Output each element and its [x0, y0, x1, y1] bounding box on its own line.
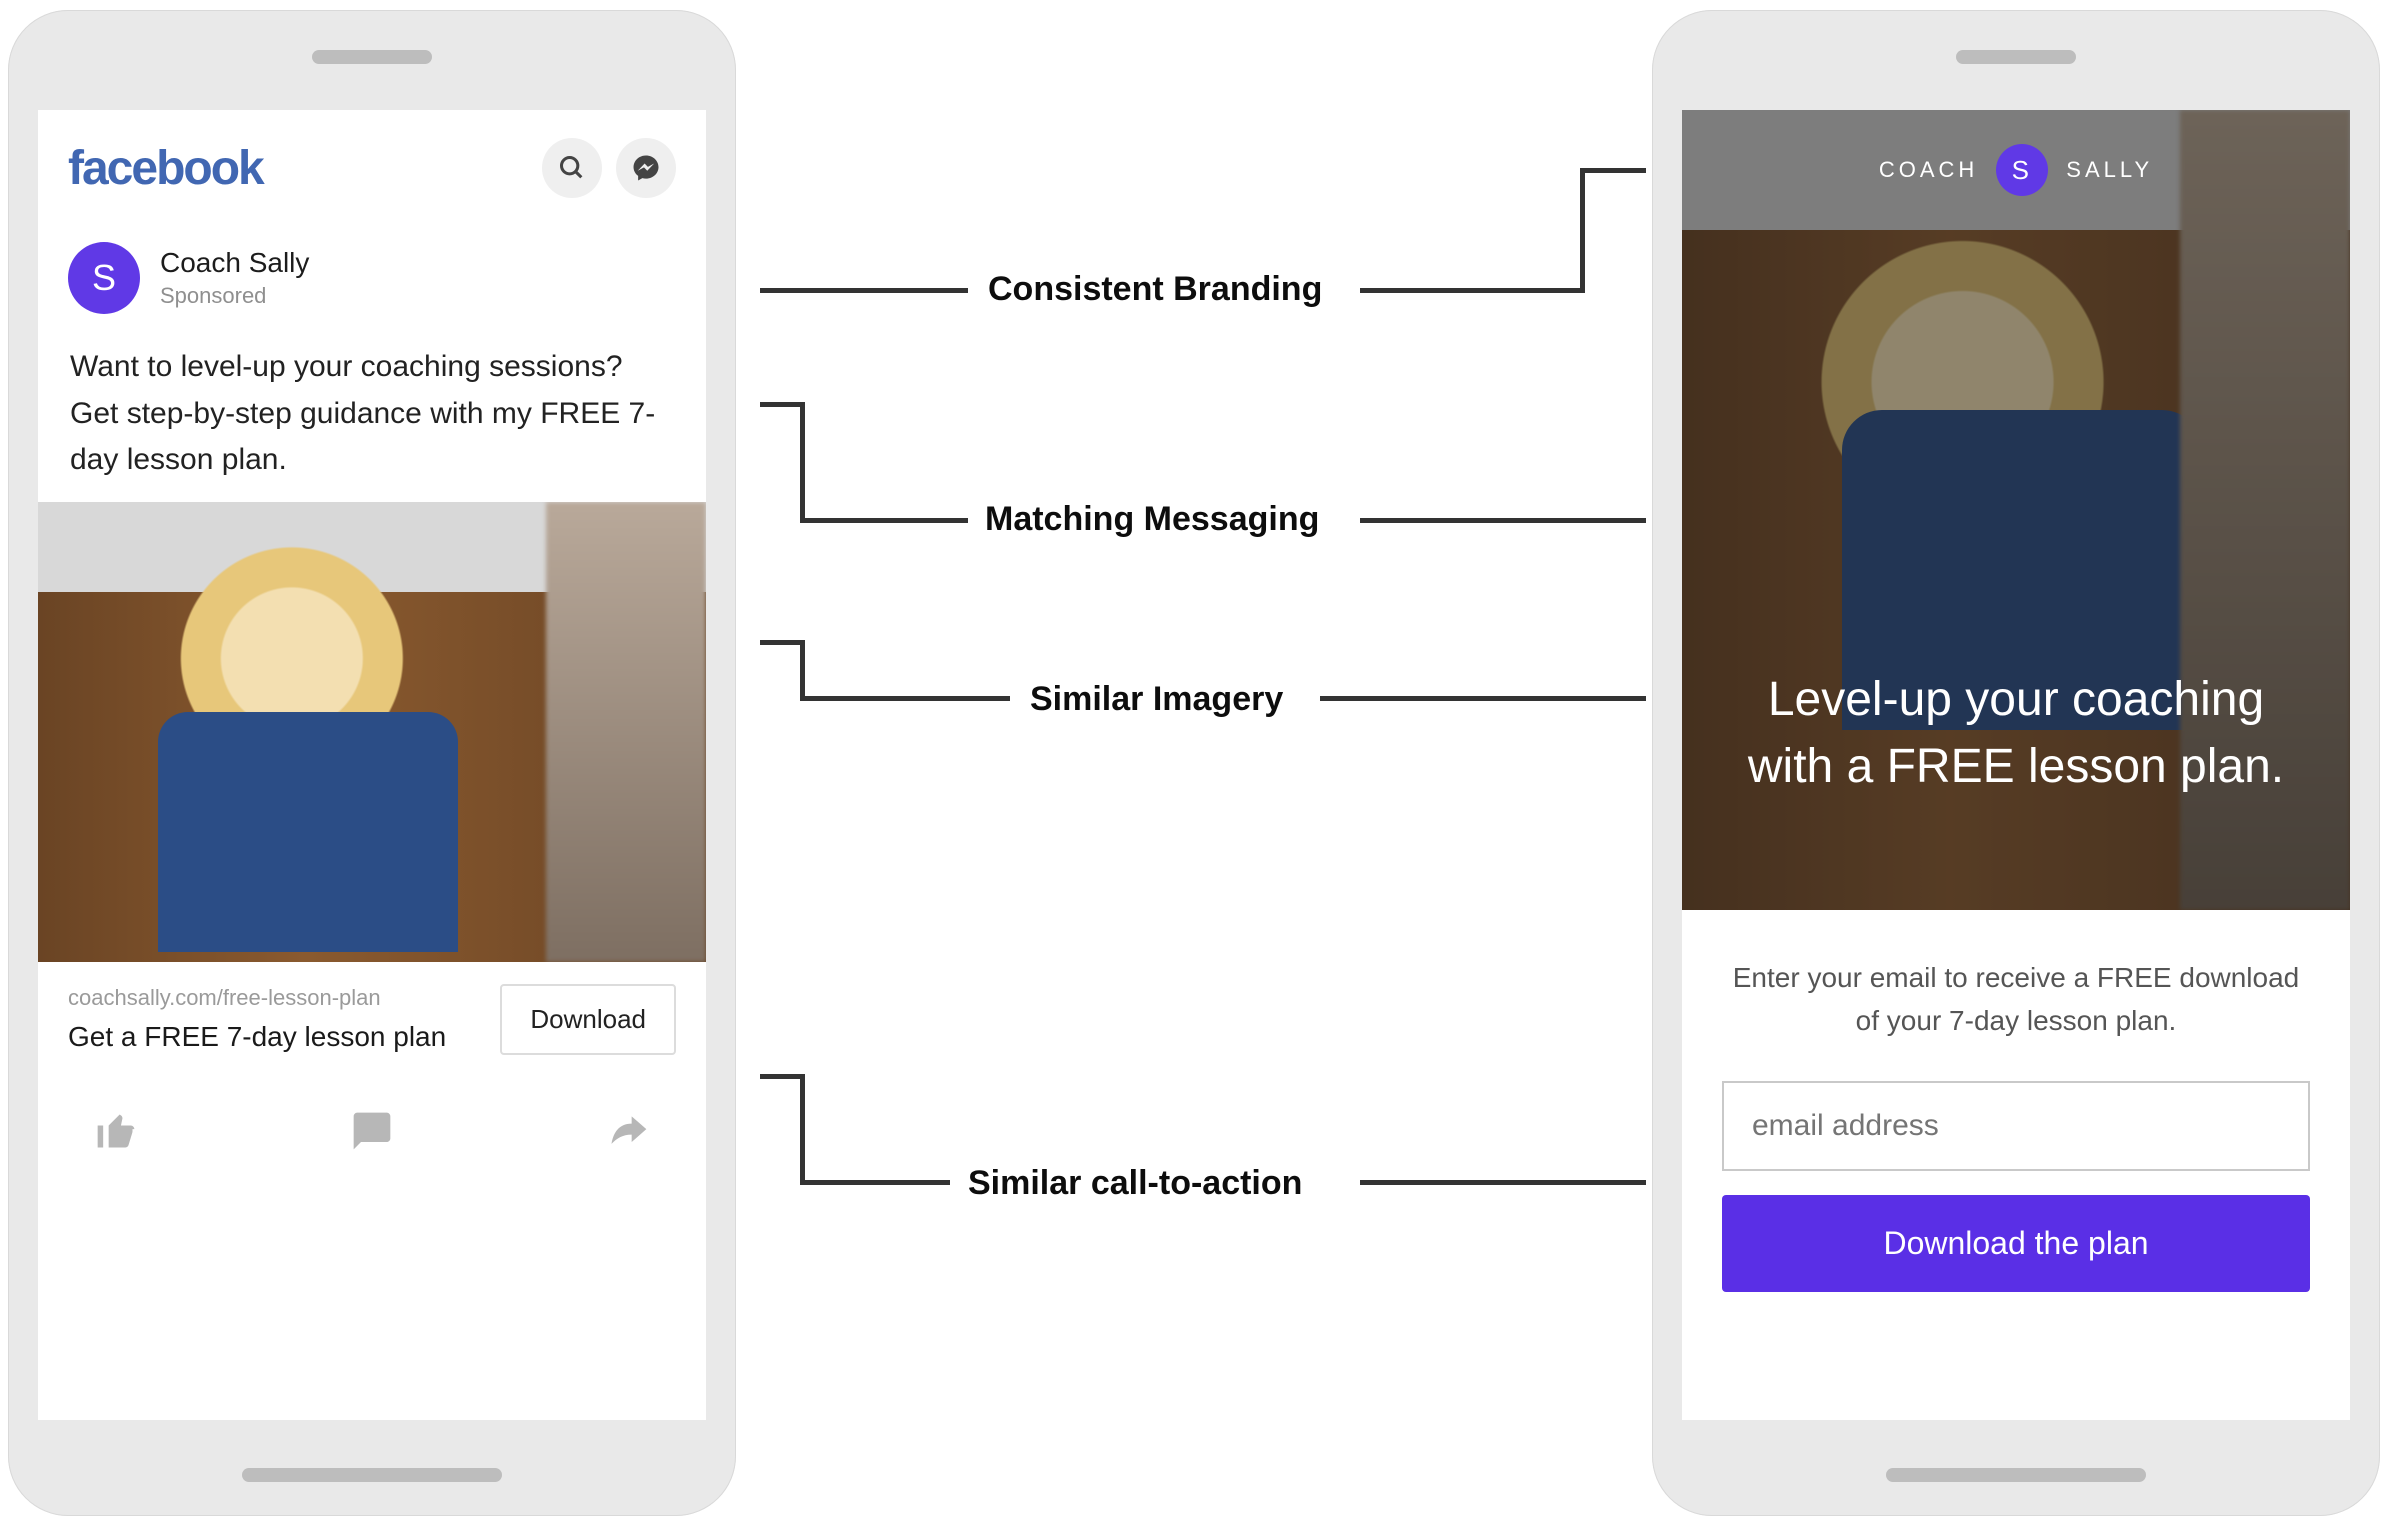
landing-screen: COACH S SALLY Level-up your coaching wit… — [1682, 110, 2350, 1420]
phone-homebar — [1886, 1468, 2146, 1482]
connector — [760, 402, 800, 407]
phone-homebar — [242, 1468, 502, 1482]
post-image[interactable] — [38, 502, 706, 962]
messenger-icon — [631, 153, 661, 183]
phone-notch — [1956, 50, 2076, 64]
brand-last: SALLY — [2066, 157, 2153, 183]
photo-foreground — [546, 502, 706, 962]
facebook-header: facebook — [38, 110, 706, 220]
search-button[interactable] — [542, 138, 602, 198]
landing-brand: COACH S SALLY — [1682, 144, 2350, 196]
link-url: coachsally.com/free-lesson-plan — [68, 985, 446, 1011]
link-title: Get a FREE 7-day lesson plan — [68, 1021, 446, 1053]
landing-headline: Level-up your coaching with a FREE lesso… — [1682, 666, 2350, 800]
post-text: Want to level-up your coaching sessions?… — [38, 322, 706, 502]
link-card[interactable]: coachsally.com/free-lesson-plan Get a FR… — [38, 962, 706, 1065]
facebook-header-icons — [542, 138, 676, 198]
phone-frame-ad: facebook S Coach Sally Sponsored Want — [8, 10, 736, 1516]
annotation-messaging: Matching Messaging — [985, 500, 1319, 539]
brand-avatar: S — [1996, 144, 2048, 196]
email-field[interactable] — [1722, 1081, 2310, 1171]
download-button[interactable]: Download — [500, 984, 676, 1055]
connector — [1580, 168, 1585, 293]
annotation-imagery: Similar Imagery — [1030, 680, 1283, 719]
connector — [1360, 1180, 1646, 1185]
post-header: S Coach Sally Sponsored — [38, 220, 706, 322]
connector — [760, 288, 968, 293]
search-icon — [558, 154, 586, 182]
connector — [1580, 168, 1646, 173]
page-name[interactable]: Coach Sally — [160, 247, 309, 279]
sponsored-label: Sponsored — [160, 283, 309, 309]
post-meta: Coach Sally Sponsored — [160, 247, 309, 309]
connector — [800, 640, 805, 700]
like-icon — [94, 1109, 138, 1153]
page-avatar[interactable]: S — [68, 242, 140, 314]
annotation-branding: Consistent Branding — [988, 270, 1322, 309]
facebook-logo: facebook — [68, 141, 263, 196]
connector — [800, 1180, 950, 1185]
like-button[interactable] — [94, 1109, 138, 1158]
messenger-button[interactable] — [616, 138, 676, 198]
post-actions — [38, 1065, 706, 1168]
photo-figure — [158, 712, 458, 952]
landing-hero-image: COACH S SALLY Level-up your coaching wit… — [1682, 110, 2350, 910]
ad-screen: facebook S Coach Sally Sponsored Want — [38, 110, 706, 1420]
share-icon — [606, 1109, 650, 1153]
connector — [1360, 288, 1580, 293]
comment-icon — [350, 1109, 394, 1153]
connector — [1360, 518, 1646, 523]
download-plan-button[interactable]: Download the plan — [1722, 1195, 2310, 1292]
annotation-cta: Similar call-to-action — [968, 1164, 1302, 1203]
phone-frame-landing: COACH S SALLY Level-up your coaching wit… — [1652, 10, 2380, 1516]
connector — [800, 1074, 805, 1184]
link-text: coachsally.com/free-lesson-plan Get a FR… — [68, 985, 446, 1053]
connector — [760, 1074, 800, 1079]
connector — [760, 640, 800, 645]
connector — [800, 518, 968, 523]
connector — [1320, 696, 1646, 701]
share-button[interactable] — [606, 1109, 650, 1158]
diagram-stage: facebook S Coach Sally Sponsored Want — [0, 0, 2400, 1528]
brand-first: COACH — [1879, 157, 1978, 183]
connector — [800, 696, 1010, 701]
phone-notch — [312, 50, 432, 64]
comment-button[interactable] — [350, 1109, 394, 1158]
connector — [800, 402, 805, 522]
landing-instruction: Enter your email to receive a FREE downl… — [1682, 910, 2350, 1051]
